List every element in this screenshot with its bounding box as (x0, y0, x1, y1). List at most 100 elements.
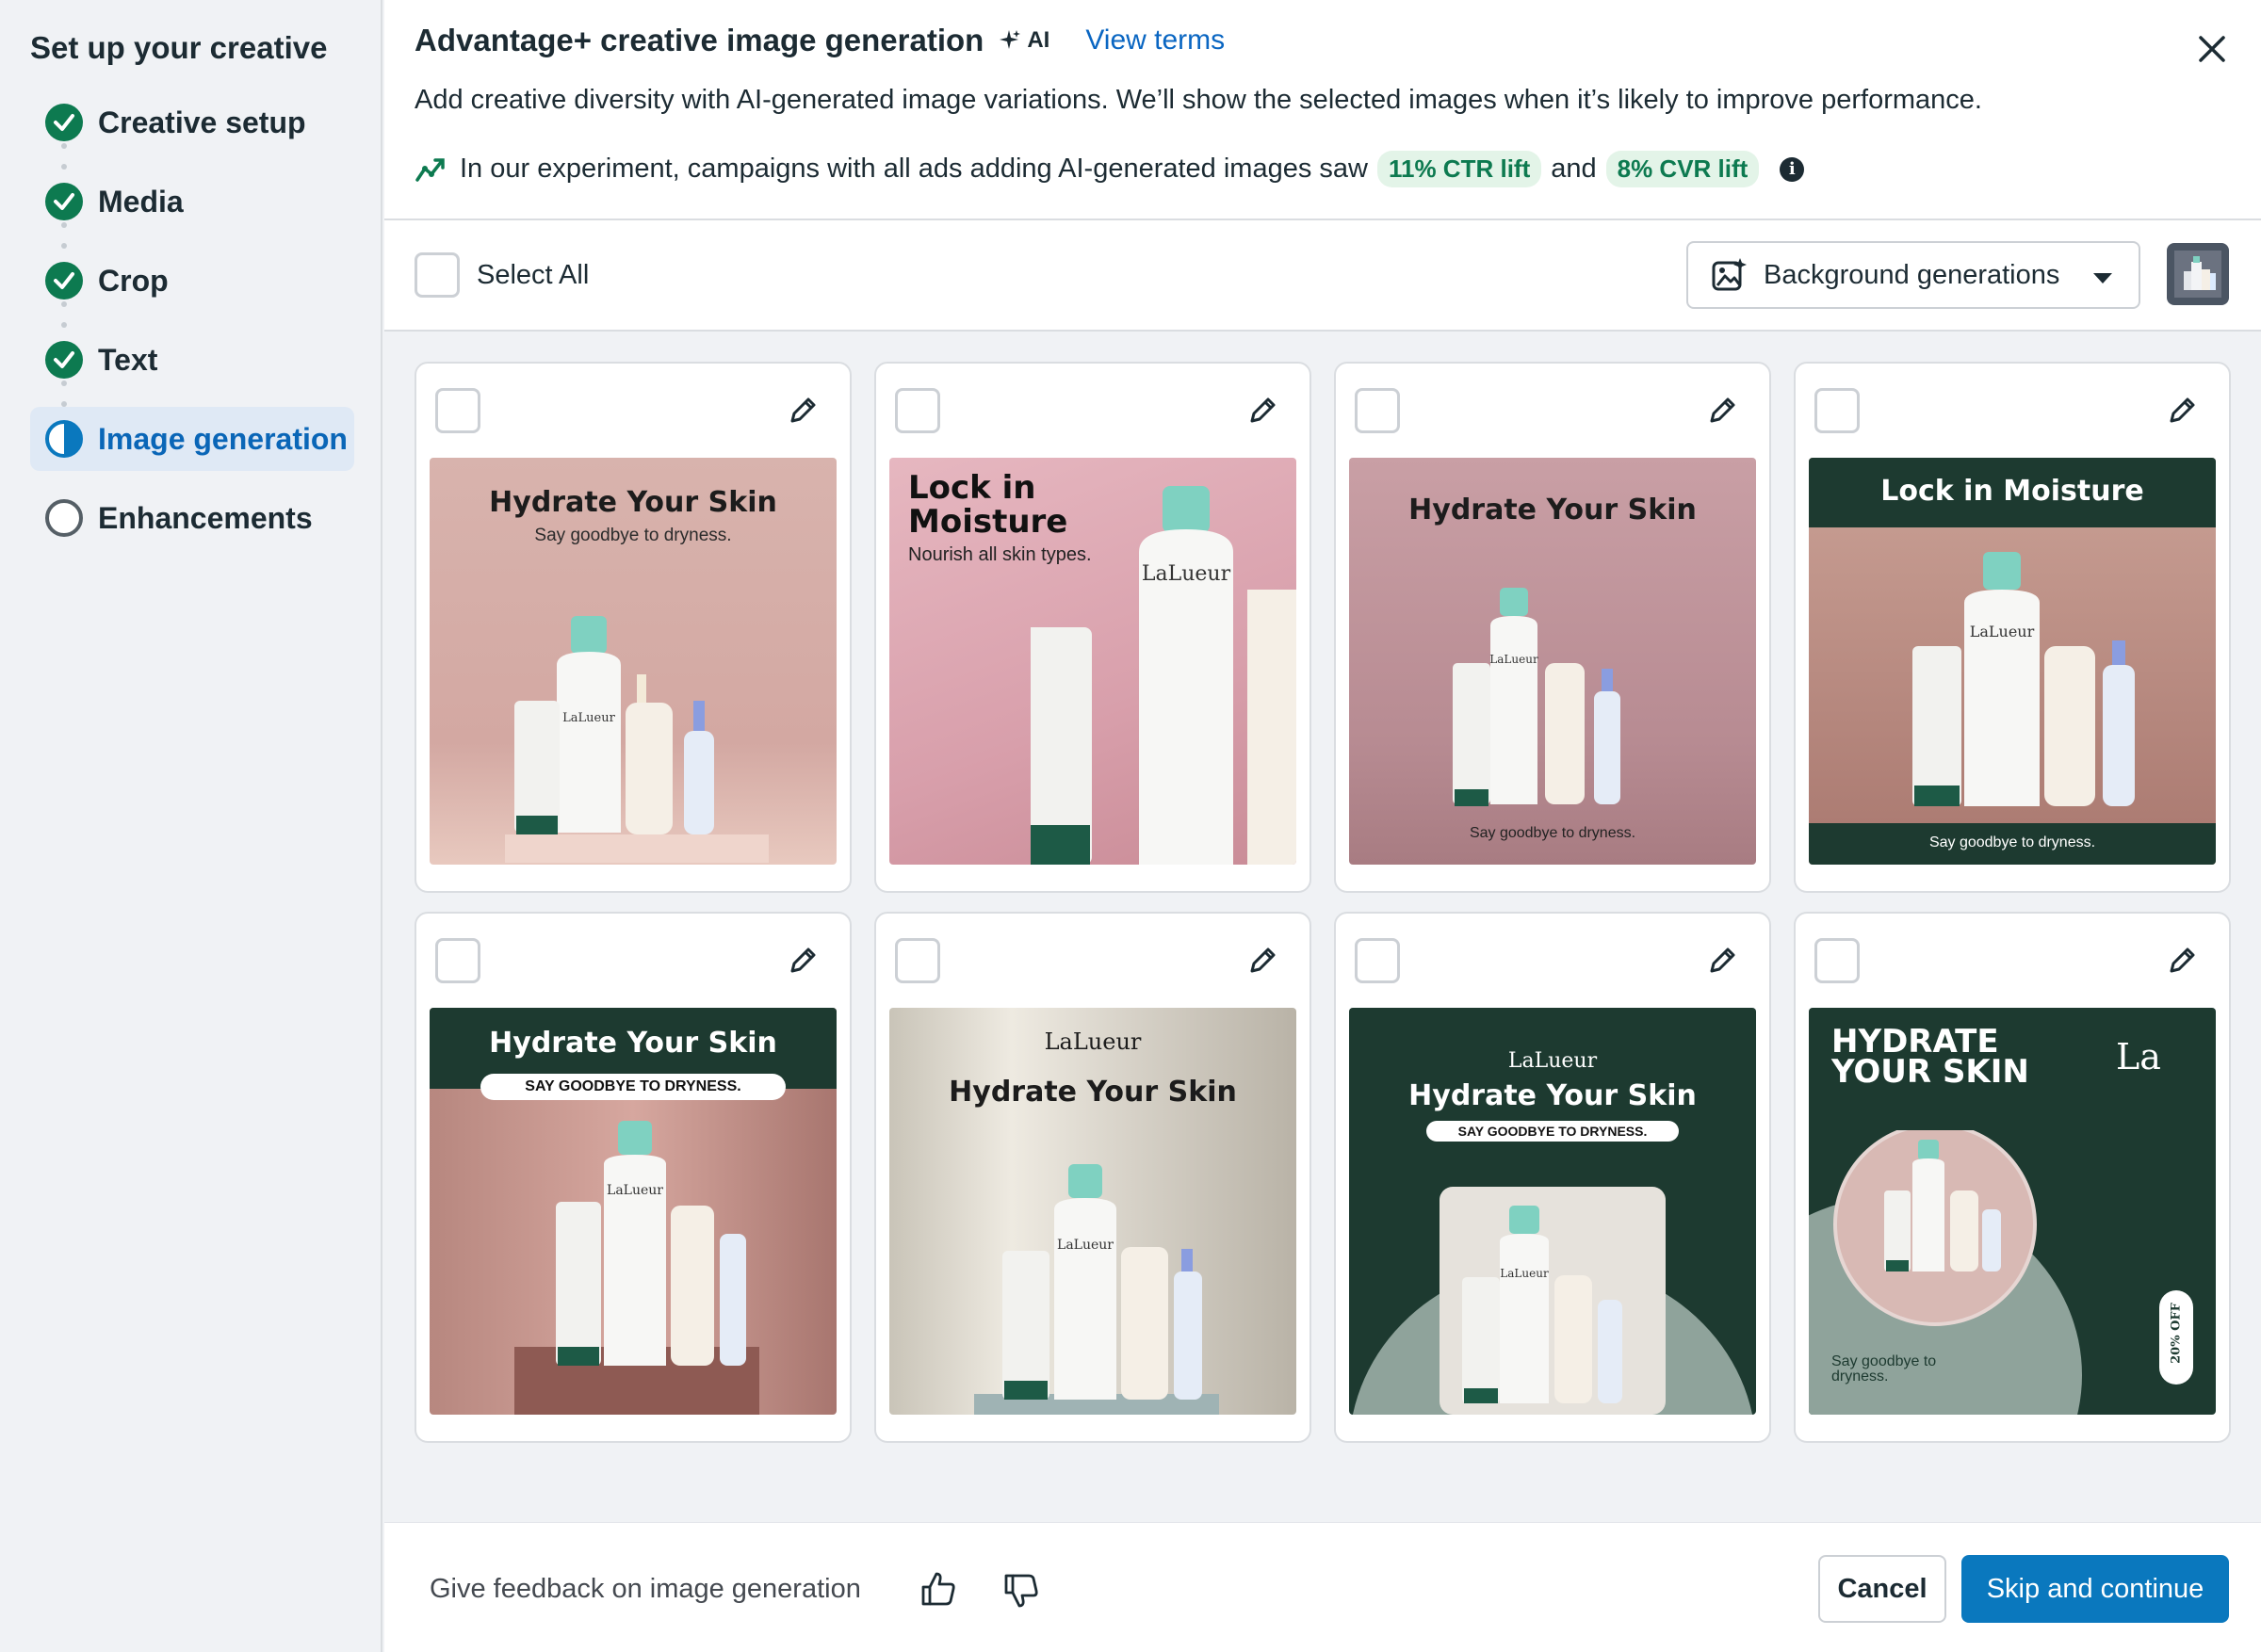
dropdown-label: Background generations (1764, 259, 2060, 290)
card-checkbox[interactable] (895, 938, 940, 983)
brand-label: LaLueur (1142, 562, 1231, 586)
pencil-icon[interactable] (2165, 944, 2199, 978)
creative-headline: HYDRATE YOUR SKIN (1831, 1023, 2029, 1091)
caret-down-icon (2093, 273, 2112, 283)
trend-up-icon (415, 157, 445, 182)
card-checkbox[interactable] (1355, 938, 1400, 983)
step-image-generation[interactable]: Image generation (30, 407, 354, 471)
creative-headline: Hydrate Your Skin (1408, 494, 1697, 526)
pencil-icon[interactable] (1245, 394, 1279, 428)
step-media[interactable]: Media (30, 170, 354, 249)
brand-short: La (2116, 1036, 2161, 1077)
creative-preview: LaLueur Hydrate Your Skin LaLueur (889, 1008, 1296, 1415)
ai-badge-label: AI (1027, 27, 1050, 53)
step-label: Creative setup (98, 105, 306, 139)
step-text[interactable]: Text (30, 328, 354, 407)
card-checkbox[interactable] (435, 388, 480, 433)
main-panel: Advantage+ creative image generation AI … (384, 0, 2261, 1652)
image-card[interactable]: Lock in Moisture Nourish all skin types.… (874, 362, 1311, 893)
pencil-icon[interactable] (1705, 944, 1739, 978)
pencil-icon[interactable] (2165, 394, 2199, 428)
image-card[interactable]: LaLueur Hydrate Your Skin LaLueur (874, 912, 1311, 1443)
sparkle-icon (1000, 30, 1021, 49)
product-bottles-image: LaLueur (505, 616, 769, 863)
discount-badge-label: 20% OFF (2169, 1303, 2184, 1364)
creative-headline: Hydrate Your Skin (489, 1027, 777, 1060)
step-label: Enhancements (98, 500, 313, 535)
card-checkbox[interactable] (1355, 388, 1400, 433)
image-grid: Hydrate Your Skin Say goodbye to dryness… (384, 332, 2261, 1522)
creative-tagline: Say goodbye to dryness. (1831, 1353, 1937, 1385)
pencil-icon[interactable] (1705, 394, 1739, 428)
creative-tagline: Say goodbye to dryness. (1469, 825, 1636, 841)
brand-label: LaLueur (1500, 1267, 1549, 1280)
close-icon[interactable] (2195, 32, 2229, 66)
check-circle-icon (45, 262, 83, 300)
check-circle-icon (45, 183, 83, 220)
header: Advantage+ creative image generation AI … (384, 0, 2261, 220)
sidebar-title: Set up your creative (30, 30, 328, 65)
product-bottles-image: LaLueur (1031, 486, 1296, 865)
ctr-lift-badge: 11% CTR lift (1376, 151, 1542, 187)
cancel-button[interactable]: Cancel (1818, 1555, 1946, 1623)
view-terms-link[interactable]: View terms (1085, 24, 1225, 57)
step-crop[interactable]: Crop (30, 249, 354, 328)
brand-label: LaLueur (607, 1183, 663, 1198)
experiment-and: and (1551, 154, 1597, 184)
image-card[interactable]: HYDRATE YOUR SKIN La Say goodbye to dryn… (1794, 912, 2231, 1443)
ai-badge: AI (997, 27, 1049, 54)
brand-label: LaLueur (1489, 653, 1538, 666)
image-card[interactable]: Lock in Moisture LaLueur Say goodbye to … (1794, 362, 2231, 893)
thumbs-up-icon[interactable] (919, 1570, 957, 1608)
creative-preview: Hydrate Your Skin LaLueur Say goodbye to… (1349, 458, 1756, 865)
product-bottles-image: LaLueur (1352, 1187, 1753, 1415)
pencil-icon[interactable] (786, 394, 820, 428)
product-thumbnail-icon (2174, 251, 2221, 298)
card-checkbox[interactable] (895, 388, 940, 433)
skip-and-continue-button[interactable]: Skip and continue (1961, 1555, 2229, 1623)
select-all-checkbox[interactable]: Select All (415, 252, 589, 298)
image-card[interactable]: LaLueur Hydrate Your Skin SAY GOODBYE TO… (1334, 912, 1771, 1443)
brand-wordmark: LaLueur (1507, 1049, 1598, 1073)
step-connector (61, 301, 67, 328)
step-creative-setup[interactable]: Creative setup (30, 90, 354, 170)
image-card[interactable]: Hydrate Your Skin Say goodbye to dryness… (415, 362, 852, 893)
toolbar: Select All Background generations (384, 220, 2261, 332)
step-label: Crop (98, 263, 169, 298)
creative-headline: Hydrate Your Skin (1408, 1079, 1697, 1112)
creative-preview: LaLueur Hydrate Your Skin SAY GOODBYE TO… (1349, 1008, 1756, 1415)
pencil-icon[interactable] (1245, 944, 1279, 978)
creative-preview: Hydrate Your Skin Say goodbye to dryness… (430, 458, 837, 865)
subtitle: Add creative diversity with AI-generated… (415, 85, 1982, 115)
brand-label: LaLueur (562, 711, 615, 725)
select-all-label: Select All (477, 259, 590, 290)
creative-headline: Lock in Moisture (1880, 475, 2144, 508)
creative-headline: Hydrate Your Skin (949, 1076, 1237, 1109)
brand-wordmark: LaLueur (1044, 1028, 1142, 1055)
cvr-lift-badge: 8% CVR lift (1605, 151, 1760, 187)
checkbox[interactable] (415, 252, 460, 298)
card-checkbox[interactable] (1814, 938, 1860, 983)
source-image-thumbnail[interactable] (2167, 243, 2229, 305)
image-card[interactable]: Hydrate Your Skin LaLueur Say goodbye to… (1334, 362, 1771, 893)
card-checkbox[interactable] (435, 938, 480, 983)
creative-preview: HYDRATE YOUR SKIN La Say goodbye to dryn… (1809, 1008, 2216, 1415)
image-card[interactable]: Hydrate Your Skin SAY GOODBYE TO DRYNESS… (415, 912, 852, 1443)
pencil-icon[interactable] (786, 944, 820, 978)
step-label: Text (98, 342, 158, 377)
info-icon[interactable]: i (1780, 156, 1805, 182)
creative-tagline: SAY GOODBYE TO DRYNESS. (1426, 1121, 1679, 1142)
empty-circle-icon (45, 499, 83, 537)
step-enhancements[interactable]: Enhancements (30, 486, 354, 550)
creative-tagline: Say goodbye to dryness. (534, 526, 732, 545)
background-generations-dropdown[interactable]: Background generations (1686, 241, 2140, 309)
experiment-notice: In our experiment, campaigns with all ad… (415, 151, 1805, 187)
page-title: Advantage+ creative image generation (415, 23, 984, 57)
card-checkbox[interactable] (1814, 388, 1860, 433)
step-connector (61, 143, 67, 170)
experiment-text: In our experiment, campaigns with all ad… (460, 154, 1368, 184)
thumbs-down-icon[interactable] (1002, 1572, 1040, 1610)
product-bottles-image: LaLueur (514, 1121, 759, 1415)
product-bottles-image: LaLueur (974, 1164, 1219, 1415)
step-connector (61, 381, 67, 407)
